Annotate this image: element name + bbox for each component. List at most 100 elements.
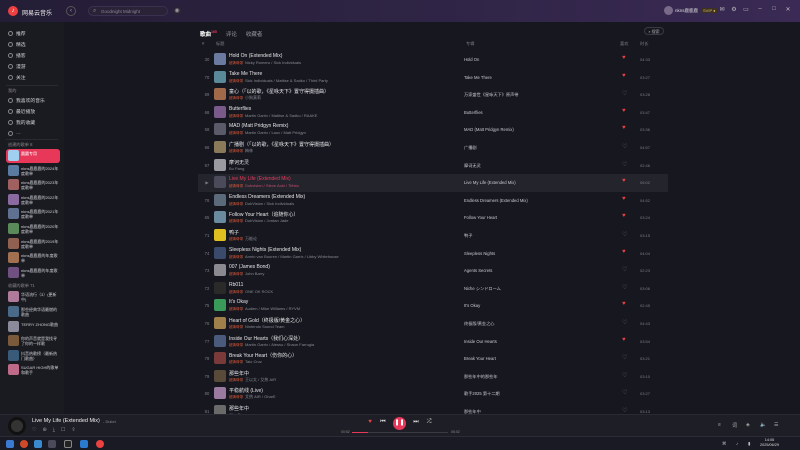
like-heart-icon[interactable]: ♥ xyxy=(622,73,626,79)
settings-icon[interactable]: ⚙ xyxy=(730,6,738,13)
song-title[interactable]: 007 (James Bond) xyxy=(229,264,270,270)
my-music-item[interactable]: 我喜欢的音乐 xyxy=(4,95,60,106)
song-row[interactable]: 79 那些年中 超清母带 王以太 / 艾热 AIR 那些年中的那些年 ♡ 03:10 xyxy=(198,368,668,386)
minimize-icon[interactable]: – xyxy=(756,6,764,12)
like-heart-icon[interactable]: ♥ xyxy=(622,249,626,255)
sidebar-nav-item[interactable]: 推荐 xyxy=(4,28,60,39)
song-album[interactable]: 歌手2025 第十二期 xyxy=(464,391,500,397)
next-icon[interactable]: ⏭ xyxy=(411,419,421,426)
col-duration[interactable]: 时长 xyxy=(640,41,648,47)
song-cover[interactable] xyxy=(214,105,226,118)
song-artist[interactable]: Martin Garrix / Mattise & Sadko / RAAKE xyxy=(245,113,317,118)
my-music-item[interactable]: … xyxy=(4,128,60,139)
like-heart-icon[interactable]: ♡ xyxy=(622,90,627,97)
like-heart-icon[interactable]: ♥ xyxy=(622,301,626,307)
sidebar-nav-item[interactable]: 精选 xyxy=(4,39,60,50)
song-title[interactable]: Heart of Gold（终极版/黄金之心） xyxy=(229,317,305,324)
favorite-playlist-item[interactable]: 抖音热歌榜（最新热门歌曲） xyxy=(6,349,60,363)
maximize-icon[interactable]: □ xyxy=(770,6,778,12)
song-title[interactable]: MAD (Matt Pridgyn Remix) xyxy=(229,123,288,129)
song-row[interactable]: 67 摩诃无灵 Bu Pang 摩诃无灵 ♡ 02:46 xyxy=(198,157,668,175)
song-cover[interactable] xyxy=(214,123,226,136)
song-row[interactable]: 76 Endless Dreamers (Extended Mix) 超清母带 Dub… xyxy=(198,192,668,210)
song-album[interactable]: Hold On xyxy=(464,57,479,62)
song-row[interactable]: 68 Butterflies 超清母带 Martin Garrix / Mattise… xyxy=(198,104,668,122)
song-artist[interactable]: 万能论 xyxy=(245,236,257,241)
song-title[interactable]: Follow Your Heart（追随你心） xyxy=(229,211,298,218)
song-album[interactable]: Niche シンドローム xyxy=(464,286,501,292)
network-icon[interactable]: ⌘ xyxy=(722,441,727,447)
share-icon[interactable]: ⇪ xyxy=(71,427,75,433)
like-icon[interactable]: ♡ xyxy=(32,427,36,433)
sidebar-nav-item[interactable]: 漫游 xyxy=(4,61,60,72)
now-playing-title[interactable]: Live My Life (Extended Mix) xyxy=(32,418,100,424)
created-playlist-item[interactable]: 圆圆专用 xyxy=(6,149,60,163)
song-artist[interactable]: ONE OK ROCK xyxy=(245,289,273,294)
song-title[interactable]: 那些年中 xyxy=(229,405,249,412)
created-playlist-item[interactable]: nkns鹿鹿鹿的2022年度歌单 xyxy=(6,193,60,207)
song-artist[interactable]: Martin Garrix / Lauv / Matt Pridgyn xyxy=(245,130,306,135)
terminal-icon[interactable] xyxy=(48,440,56,448)
like-heart-icon[interactable]: ♥ xyxy=(622,108,626,114)
song-artist[interactable]: DubVision / Sick Individuals xyxy=(245,201,294,206)
app-icon[interactable] xyxy=(64,440,72,448)
favorite-playlists-header[interactable]: 收藏的歌单 71 xyxy=(8,283,35,289)
created-playlist-item[interactable]: nkns鹿鹿鹿的2024年度歌单 xyxy=(6,164,60,178)
battery-icon[interactable]: ▮ xyxy=(748,441,750,447)
song-album[interactable]: Agents Secrets xyxy=(464,268,492,273)
song-album[interactable]: It's Okay xyxy=(464,303,480,308)
song-title[interactable]: Break Your Heart（伤你的心） xyxy=(229,352,297,359)
song-row[interactable]: 69 童心（「以的歌，《星咏天下》置守得摄插曲） 超清母带 小狗莫莉 万家盛世《星咏天下… xyxy=(198,86,668,104)
shuffle-icon[interactable]: ⤮ xyxy=(424,419,434,426)
song-album[interactable]: Live My Life (Extended Mix) xyxy=(464,180,516,185)
vip-badge[interactable]: SVIP ● xyxy=(701,8,718,13)
song-title[interactable]: Sleepless Nights (Extended Mix) xyxy=(229,247,301,253)
song-title[interactable]: Live My Life (Extended Mix) xyxy=(229,176,291,182)
song-cover[interactable] xyxy=(214,70,226,83)
song-row[interactable]: 71 鸭子 超清母带 万能论 鸭子 ♡ 03:15 xyxy=(198,227,668,245)
song-title[interactable]: 鸭子 xyxy=(229,229,239,236)
microphone-icon[interactable]: ◉ xyxy=(172,6,182,16)
like-heart-icon[interactable]: ♡ xyxy=(622,372,627,379)
song-artist[interactable]: Sick Individuals / Mattise & Sadko / Thi… xyxy=(245,78,328,83)
song-title[interactable]: Inside Our Hearts（我们心深处） xyxy=(229,335,303,342)
created-playlist-item[interactable]: nkns鹿鹿鹿的2020年度歌单 xyxy=(6,222,60,236)
pause-button[interactable]: ❚❚ xyxy=(393,417,406,430)
song-artist[interactable]: 小狗莫莉 xyxy=(245,95,261,100)
song-title[interactable]: It's Okay xyxy=(229,299,248,305)
song-cover[interactable] xyxy=(214,352,226,365)
song-cover[interactable] xyxy=(214,53,226,65)
song-row[interactable]: 66 广播剧（「以的歌，《星咏天下》置守得摄插曲） 超清母带 梅林 广播剧 ♡ 04:57 xyxy=(198,139,668,157)
tab-0[interactable]: 歌曲165 xyxy=(200,30,217,38)
song-artist[interactable]: Bu Pang xyxy=(229,166,244,171)
song-album[interactable]: Break Your Heart xyxy=(464,356,496,361)
song-artist[interactable]: 梅林 xyxy=(245,148,253,153)
now-playing-cover[interactable] xyxy=(8,417,26,435)
song-album[interactable]: 那些年中的那些年 xyxy=(464,374,498,380)
search-input[interactable]: ⌕ Goodnight Midnight xyxy=(88,6,168,16)
song-row[interactable]: 75 It's Okay 超清母带 Audien / Mike Williams / … xyxy=(198,297,668,315)
created-playlists-header[interactable]: 创建的歌单 8 xyxy=(8,142,32,148)
song-row[interactable]: 70 Take Me There 超清母带 Sick Individuals / Ma… xyxy=(198,69,668,87)
favorite-playlist-item[interactable]: 你的声音就是我找寻了你的一样歌 xyxy=(6,334,60,348)
like-heart-icon[interactable]: ♡ xyxy=(622,231,627,238)
song-title[interactable]: 童心（「以的歌，《星咏天下》置守得摄插曲） xyxy=(229,88,329,95)
song-artist[interactable]: 王以太 / 艾热 AIR xyxy=(245,377,276,382)
lyrics-icon[interactable]: 词 xyxy=(732,422,737,429)
song-cover[interactable] xyxy=(214,211,226,224)
song-row[interactable]: 30 Hold On (Extended Mix) 超清母带 Nicky Romero… xyxy=(198,51,668,69)
song-row[interactable]: 65 Follow Your Heart（追随你心） 超清母带 DubVision /… xyxy=(198,209,668,227)
song-artist[interactable]: DubVision / Jordan Jade xyxy=(245,218,289,223)
song-album[interactable]: 摩诃无灵 xyxy=(464,163,481,169)
song-artist[interactable]: Dubvision / Steve Aoki / Tiësto xyxy=(245,183,299,188)
song-album[interactable]: 鸭子 xyxy=(464,233,472,239)
favorite-playlist-item[interactable]: TERRY ZHONG歌曲 xyxy=(6,320,60,334)
like-heart-icon[interactable]: ♡ xyxy=(622,354,627,361)
mini-mode-icon[interactable]: ▭ xyxy=(742,6,750,13)
previous-icon[interactable]: ⏮ xyxy=(378,419,388,426)
song-title[interactable]: Rb011 xyxy=(229,282,243,288)
explorer-icon[interactable] xyxy=(34,440,42,448)
add-icon[interactable]: ⊕ xyxy=(42,427,46,433)
like-heart-icon[interactable]: ♡ xyxy=(622,266,627,273)
song-cover[interactable] xyxy=(214,387,226,400)
